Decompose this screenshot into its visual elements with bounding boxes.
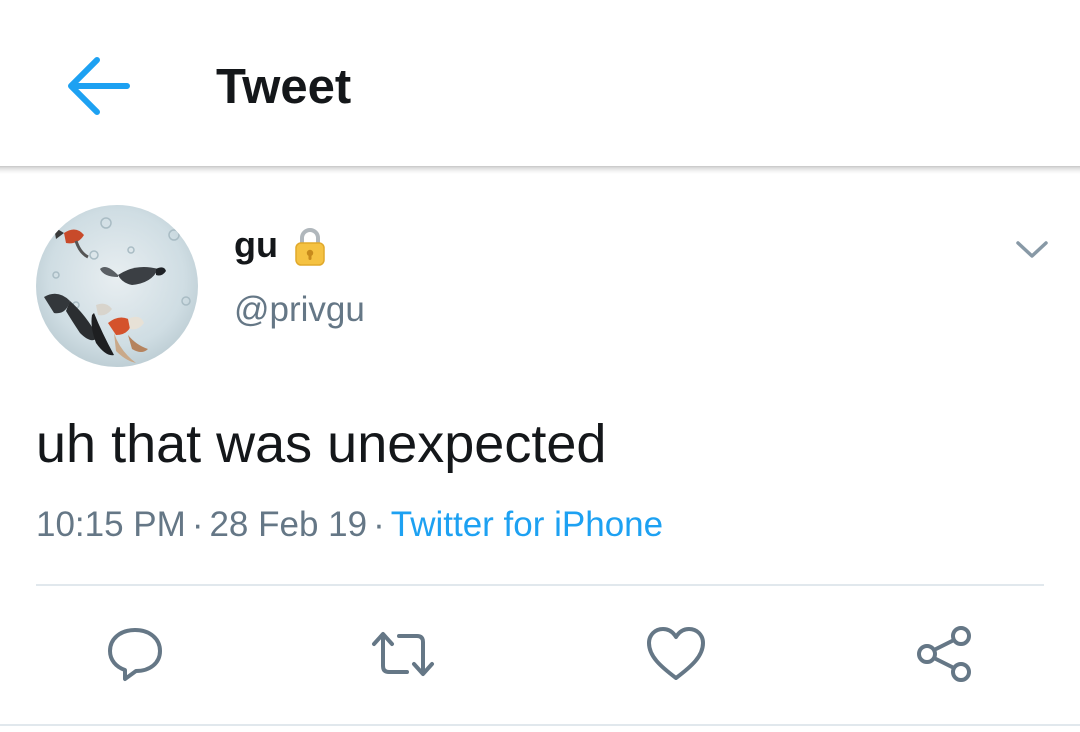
tweet-divider	[36, 584, 1044, 586]
chevron-down-icon	[1016, 241, 1048, 258]
header-divider	[0, 166, 1080, 174]
retweet-icon	[372, 632, 434, 676]
lock-icon	[295, 228, 325, 266]
user-handle[interactable]: @privgu	[234, 288, 365, 332]
tweet-date: 28 Feb 19	[209, 505, 368, 544]
display-name[interactable]: gu	[234, 222, 278, 268]
bottom-divider	[0, 724, 1080, 726]
tweet-time: 10:15 PM	[36, 505, 186, 544]
meta-separator: ·	[191, 505, 204, 544]
top-app-bar: Tweet	[0, 0, 1080, 168]
heart-icon	[647, 627, 705, 680]
goldfish-avatar-image	[36, 205, 198, 367]
share-icon	[917, 626, 971, 682]
page-title: Tweet	[216, 60, 352, 114]
arrow-left-icon	[68, 57, 130, 115]
tweet-text: uh that was unexpected	[36, 414, 607, 474]
share-button[interactable]	[912, 624, 978, 684]
reply-icon	[108, 628, 162, 681]
tweet-options-button[interactable]	[1004, 226, 1060, 274]
retweet-button[interactable]	[370, 624, 436, 684]
tweet-source-link[interactable]: Twitter for iPhone	[391, 505, 663, 544]
meta-separator: ·	[373, 505, 385, 544]
tweet-meta: 10:15 PM · 28 Feb 19 · Twitter for iPhone	[36, 502, 663, 548]
like-button[interactable]	[643, 624, 709, 684]
avatar[interactable]	[36, 205, 198, 367]
reply-button[interactable]	[102, 624, 168, 684]
back-button[interactable]	[52, 46, 142, 126]
